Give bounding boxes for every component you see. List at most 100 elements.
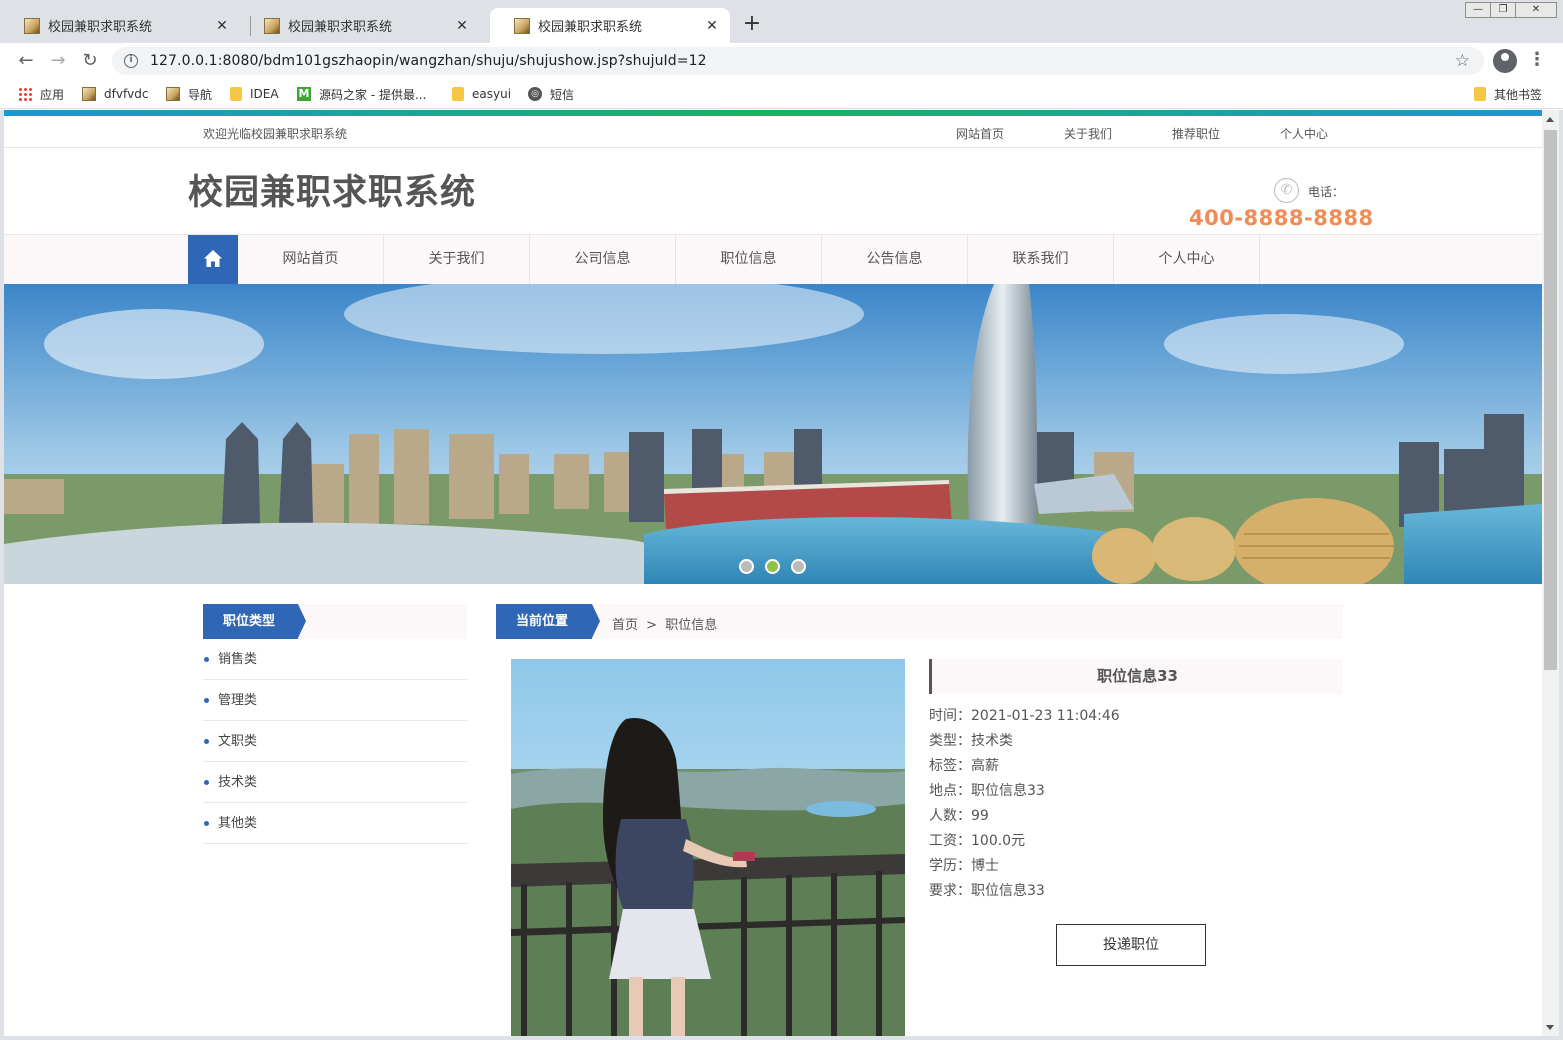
field-headcount: 人数：99 — [929, 804, 1343, 829]
browser-tab[interactable]: 校园兼职求职系统 ✕ — [240, 8, 480, 43]
forward-arrow-icon[interactable]: → — [46, 49, 70, 73]
tab-close-icon[interactable]: ✕ — [454, 18, 470, 34]
field-type: 类型：技术类 — [929, 729, 1343, 754]
info-icon[interactable]: i — [124, 54, 138, 68]
field-label: 要求： — [929, 883, 971, 899]
field-label: 地点： — [929, 783, 971, 799]
category-clerical[interactable]: 文职类 — [203, 721, 467, 762]
tab-close-icon[interactable]: ✕ — [214, 18, 230, 34]
nav-home[interactable]: 网站首页 — [238, 235, 384, 285]
folder-icon — [1474, 87, 1486, 101]
breadcrumb-home-link[interactable]: 首页 — [612, 618, 638, 633]
carousel-dot-active[interactable] — [765, 559, 780, 574]
tab-title: 校园兼职求职系统 — [48, 20, 153, 35]
bookmark-apps[interactable]: 应用 — [18, 84, 64, 104]
phone-icon: ✆ — [1274, 178, 1299, 203]
field-label: 人数： — [929, 808, 971, 824]
nav-about[interactable]: 关于我们 — [384, 235, 530, 285]
field-value: 职位信息33 — [971, 883, 1045, 899]
bookmark-label: IDEA — [250, 87, 279, 101]
address-bar[interactable]: i 127.0.0.1:8080/bdm101gszhaopin/wangzha… — [112, 47, 1484, 75]
profile-avatar-icon[interactable] — [1493, 49, 1517, 73]
bookmark-item[interactable]: dfvfvdc — [82, 84, 148, 104]
toplink-recommended-jobs[interactable]: 推荐职位 — [1172, 125, 1220, 142]
field-value: 职位信息33 — [971, 783, 1045, 799]
carousel-dot[interactable] — [739, 559, 754, 574]
minimize-button[interactable]: — — [1465, 2, 1491, 18]
toplink-home[interactable]: 网站首页 — [956, 125, 1004, 142]
page-scrollbar[interactable] — [1542, 110, 1559, 1036]
bookmark-item[interactable]: M 源码之家 - 提供最... — [297, 84, 426, 104]
sidebar-heading: 职位类型 — [203, 604, 306, 639]
scroll-down-arrow-icon[interactable] — [1546, 1025, 1554, 1030]
field-label: 标签： — [929, 758, 971, 774]
main-nav: 网站首页 关于我们 公司信息 职位信息 公告信息 联系我们 个人中心 — [4, 234, 1542, 285]
category-other[interactable]: 其他类 — [203, 803, 467, 844]
field-tag: 标签：高薪 — [929, 754, 1343, 779]
scroll-thumb[interactable] — [1544, 130, 1557, 670]
url-text[interactable]: 127.0.0.1:8080/bdm101gszhaopin/wangzhan/… — [150, 53, 707, 69]
nav-contact[interactable]: 联系我们 — [968, 235, 1114, 285]
window-border — [1559, 110, 1563, 1040]
sidebar-header: 职位类型 — [203, 604, 467, 639]
bookmark-other[interactable]: 其他书签 — [1474, 84, 1542, 104]
home-button[interactable] — [188, 235, 238, 285]
bookmark-item[interactable]: ◎ 短信 — [528, 84, 574, 104]
city-skyline-image — [4, 284, 1542, 584]
field-location: 地点：职位信息33 — [929, 779, 1343, 804]
field-time: 时间：2021-01-23 11:04:46 — [929, 704, 1343, 729]
bookmark-item[interactable]: 导航 — [166, 84, 212, 104]
new-tab-button[interactable]: + — [740, 13, 764, 37]
browser-tab-active[interactable]: 校园兼职求职系统 ✕ — [490, 8, 730, 43]
browser-toolbar: ← → ↻ i 127.0.0.1:8080/bdm101gszhaopin/w… — [0, 43, 1563, 79]
site-header: 校园兼职求职系统 ✆ 电话： 400-8888-8888 — [4, 148, 1542, 234]
breadcrumb-separator: > — [646, 618, 658, 633]
phone-label: 电话： — [1308, 185, 1345, 199]
home-icon — [204, 250, 222, 267]
scroll-up-arrow-icon[interactable] — [1546, 117, 1554, 122]
globe-icon: ◎ — [528, 87, 542, 101]
browser-tab[interactable]: 校园兼职求职系统 ✕ — [0, 8, 240, 43]
toplink-about[interactable]: 关于我们 — [1064, 125, 1112, 142]
maximize-button[interactable]: ❐ — [1490, 2, 1516, 18]
kebab-menu-icon[interactable]: ⋮ — [1528, 49, 1546, 73]
carousel-dot[interactable] — [791, 559, 806, 574]
tab-title: 校园兼职求职系统 — [538, 20, 643, 35]
welcome-text: 欢迎光临校园兼职求职系统 — [203, 127, 348, 141]
nav-personal-center[interactable]: 个人中心 — [1114, 235, 1260, 285]
category-technical[interactable]: 技术类 — [203, 762, 467, 803]
field-label: 学历： — [929, 858, 971, 874]
category-management[interactable]: 管理类 — [203, 680, 467, 721]
site-title: 校园兼职求职系统 — [188, 173, 477, 213]
field-value: 高薪 — [971, 758, 999, 774]
nav-announcements[interactable]: 公告信息 — [822, 235, 968, 285]
breadcrumb-heading: 当前位置 — [496, 604, 600, 639]
job-fields: 时间：2021-01-23 11:04:46 类型：技术类 标签：高薪 地点：职… — [929, 704, 1343, 904]
banner-carousel[interactable] — [4, 284, 1542, 584]
bookmark-star-icon[interactable]: ☆ — [1455, 51, 1470, 71]
field-label: 类型： — [929, 733, 971, 749]
site-favicon-icon — [264, 17, 280, 34]
scenic-girl-photo — [511, 659, 905, 1036]
category-sales[interactable]: 销售类 — [203, 639, 467, 680]
tab-close-icon[interactable]: ✕ — [704, 18, 720, 34]
back-arrow-icon[interactable]: ← — [14, 49, 38, 73]
site-top-bar: 欢迎光临校园兼职求职系统 网站首页 关于我们 推荐职位 个人中心 — [4, 116, 1542, 148]
job-category-sidebar: 职位类型 销售类 管理类 文职类 技术类 其他类 — [203, 604, 467, 844]
nav-company-info[interactable]: 公司信息 — [530, 235, 676, 285]
toplink-personal-center[interactable]: 个人中心 — [1280, 125, 1328, 142]
bookmarks-bar: 应用 dfvfvdc 导航 IDEA M 源码之家 - 提供最... easyu… — [0, 79, 1563, 109]
apps-grid-icon — [18, 87, 32, 101]
apply-job-button[interactable]: 投递职位 — [1056, 924, 1206, 966]
close-window-button[interactable]: ✕ — [1515, 2, 1557, 18]
nav-job-info[interactable]: 职位信息 — [676, 235, 822, 285]
bookmark-item[interactable]: easyui — [452, 84, 511, 104]
bookmark-label: 其他书签 — [1494, 87, 1543, 102]
job-photo — [511, 659, 905, 1036]
breadcrumb-path: 首页 > 职位信息 — [612, 614, 721, 633]
field-value: 100.0元 — [971, 833, 1026, 849]
field-value: 2021-01-23 11:04:46 — [971, 708, 1120, 724]
reload-icon[interactable]: ↻ — [78, 49, 102, 73]
bookmark-item[interactable]: IDEA — [230, 84, 279, 104]
field-value: 博士 — [971, 858, 999, 874]
